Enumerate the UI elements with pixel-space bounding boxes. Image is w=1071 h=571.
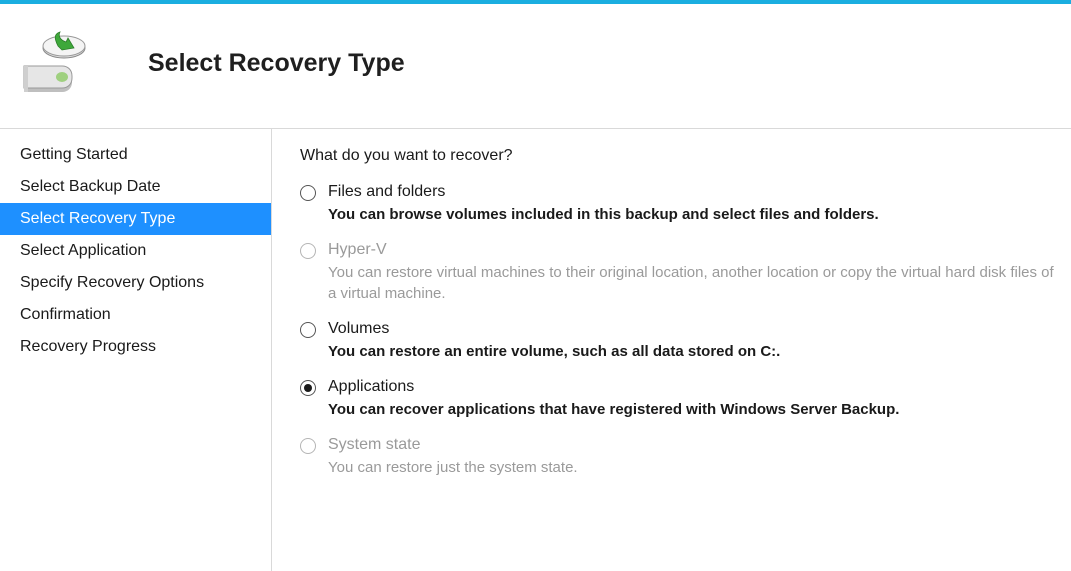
recovery-option-system-state: System state [300,436,1061,454]
radio-files-folders[interactable] [300,185,316,201]
option-desc: You can restore virtual machines to thei… [328,263,1061,304]
wizard-step-recovery-progress[interactable]: Recovery Progress [0,331,271,363]
radio-hyperv [300,243,316,259]
wizard-body: Getting StartedSelect Backup DateSelect … [0,128,1071,571]
wizard-header: Select Recovery Type [0,4,1071,128]
option-desc: You can restore just the system state. [328,458,1061,478]
wizard-step-getting-started[interactable]: Getting Started [0,139,271,171]
recovery-option-files-folders[interactable]: Files and folders [300,183,1061,201]
page-title: Select Recovery Type [148,49,405,78]
option-title: Volumes [328,320,389,338]
radio-volumes[interactable] [300,322,316,338]
option-desc: You can recover applications that have r… [328,400,1061,420]
recovery-option-volumes[interactable]: Volumes [300,320,1061,338]
wizard-step-select-backup-date[interactable]: Select Backup Date [0,171,271,203]
recovery-prompt: What do you want to recover? [300,147,1061,165]
wizard-step-select-recovery-type[interactable]: Select Recovery Type [0,203,271,235]
option-title: Hyper-V [328,241,387,259]
recovery-icon [16,26,90,100]
radio-system-state [300,438,316,454]
option-title: Applications [328,378,414,396]
option-title: System state [328,436,420,454]
recovery-options-group: Files and folders You can browse volumes … [300,183,1061,479]
recovery-option-applications[interactable]: Applications [300,378,1061,396]
wizard-step-select-application[interactable]: Select Application [0,235,271,267]
wizard-step-confirmation[interactable]: Confirmation [0,299,271,331]
wizard-step-specify-recovery-options[interactable]: Specify Recovery Options [0,267,271,299]
option-title: Files and folders [328,183,445,201]
option-desc: You can restore an entire volume, such a… [328,342,1061,362]
wizard-steps-sidebar: Getting StartedSelect Backup DateSelect … [0,129,272,571]
recovery-option-hyperv: Hyper-V [300,241,1061,259]
radio-applications[interactable] [300,380,316,396]
option-desc: You can browse volumes included in this … [328,205,1061,225]
wizard-content: What do you want to recover? Files and f… [272,129,1071,571]
